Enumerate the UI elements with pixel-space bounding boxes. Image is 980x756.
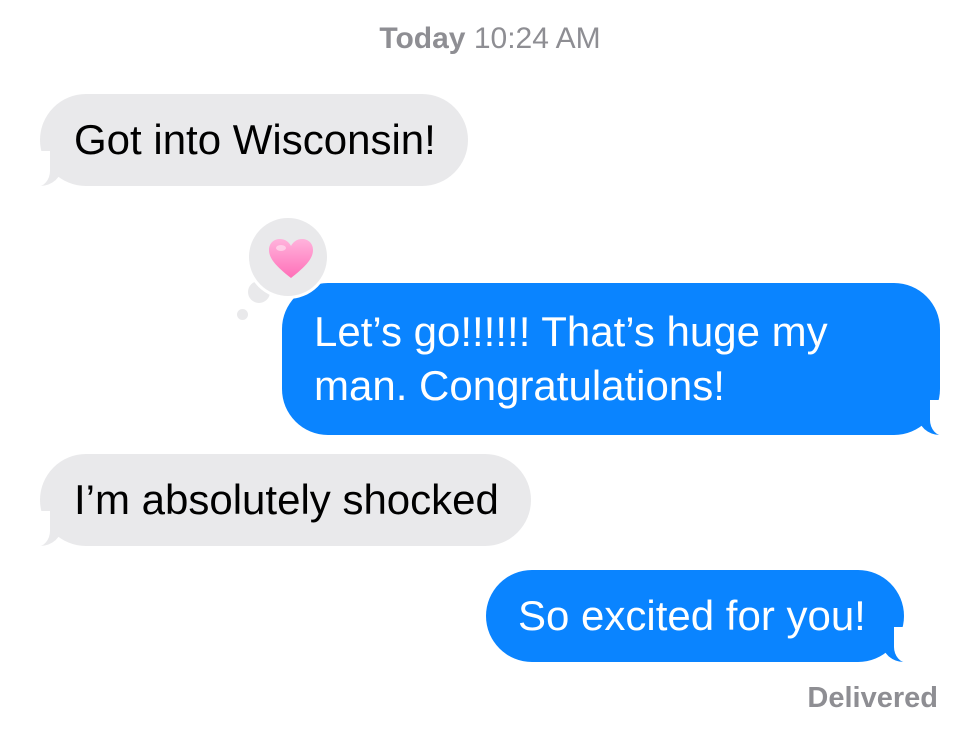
received-message-bubble[interactable]: I’m absolutely shocked <box>26 454 531 547</box>
sent-message-bubble[interactable]: Let’s go!!!!!! That’s huge my man. Congr… <box>282 283 954 436</box>
message-text: Got into Wisconsin! <box>74 116 436 163</box>
tapback-tail-dot <box>237 309 248 320</box>
message-timestamp: Today 10:24 AM <box>0 22 980 56</box>
sent-message-bubble[interactable]: So excited for you! <box>486 570 918 663</box>
heart-icon <box>269 239 313 278</box>
tapback-reaction[interactable] <box>246 215 330 299</box>
message-text: Let’s go!!!!!! That’s huge my man. Congr… <box>314 308 828 409</box>
timestamp-day: Today <box>379 22 466 55</box>
message-text: I’m absolutely shocked <box>74 476 499 523</box>
received-message-bubble[interactable]: Got into Wisconsin! <box>26 94 468 187</box>
delivery-status: Delivered <box>807 682 938 714</box>
message-text: So excited for you! <box>518 592 866 639</box>
timestamp-time: 10:24 AM <box>473 22 601 55</box>
